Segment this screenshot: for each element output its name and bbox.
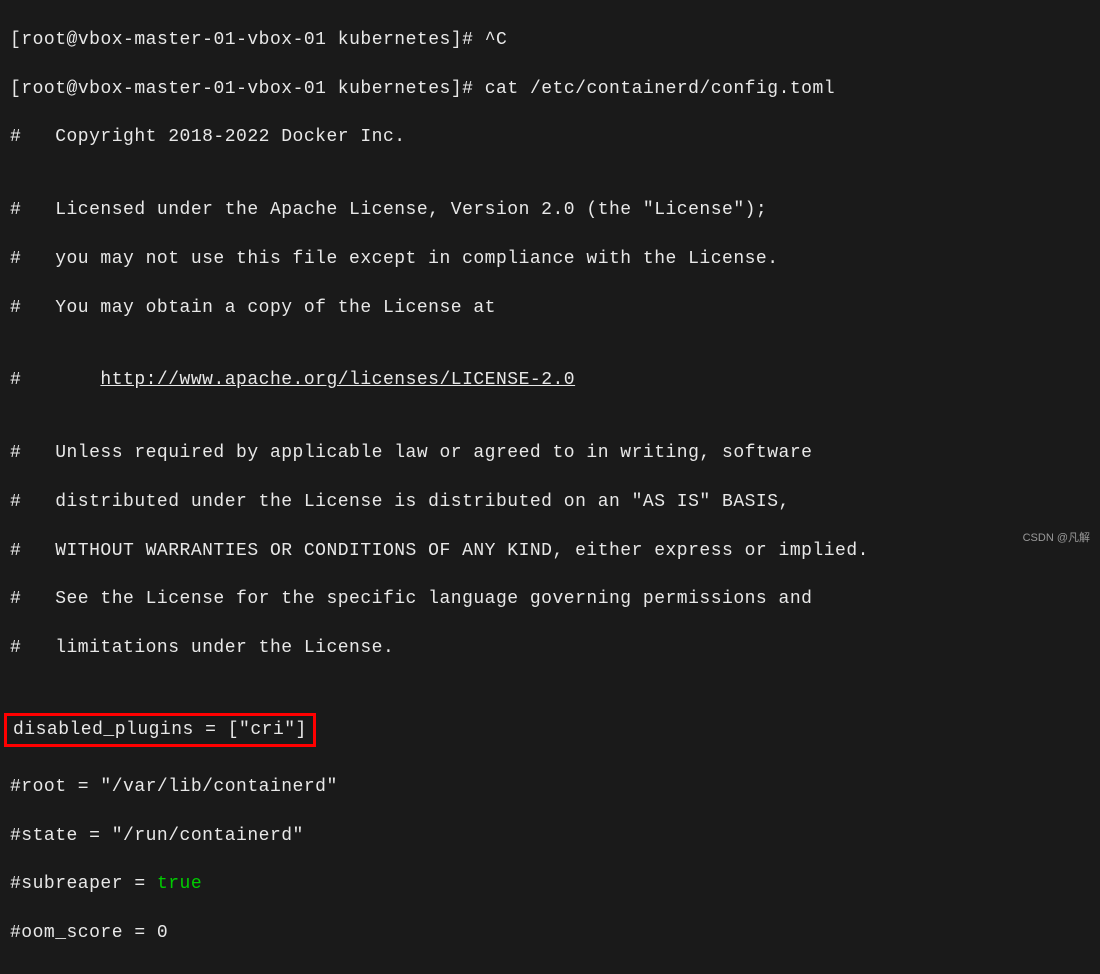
file-license-line: # Licensed under the Apache License, Ver… xyxy=(10,198,1090,222)
file-license-line: # you may not use this file except in co… xyxy=(10,247,1090,271)
file-subreaper-line: #subreaper = true xyxy=(10,872,1090,896)
file-license-line: # You may obtain a copy of the License a… xyxy=(10,296,1090,320)
command-1: ^C xyxy=(485,30,508,50)
file-warranty-line: # Unless required by applicable law or a… xyxy=(10,441,1090,465)
prompt-line-2: [root@vbox-master-01-vbox-01 kubernetes]… xyxy=(10,77,1090,101)
true-keyword: true xyxy=(157,874,202,894)
disabled-plugins-line: disabled_plugins = ["cri"] xyxy=(13,718,307,742)
highlighted-config-line: disabled_plugins = ["cri"] xyxy=(4,713,316,747)
file-oom-score-line: #oom_score = 0 xyxy=(10,921,1090,945)
terminal-output[interactable]: [root@vbox-master-01-vbox-01 kubernetes]… xyxy=(0,0,1100,974)
license-url-link: http://www.apache.org/licenses/LICENSE-2… xyxy=(100,370,575,390)
file-warranty-line: # distributed under the License is distr… xyxy=(10,490,1090,514)
file-root-line: #root = "/var/lib/containerd" xyxy=(10,775,1090,799)
file-warranty-line: # limitations under the License. xyxy=(10,636,1090,660)
file-state-line: #state = "/run/containerd" xyxy=(10,824,1090,848)
file-copyright: # Copyright 2018-2022 Docker Inc. xyxy=(10,125,1090,149)
prompt-line-1: [root@vbox-master-01-vbox-01 kubernetes]… xyxy=(10,28,1090,52)
file-warranty-line: # See the License for the specific langu… xyxy=(10,587,1090,611)
watermark-text: CSDN @凡解 xyxy=(1023,531,1090,546)
command-2: cat /etc/containerd/config.toml xyxy=(485,79,835,99)
file-url-line: # http://www.apache.org/licenses/LICENSE… xyxy=(10,368,1090,392)
file-warranty-line: # WITHOUT WARRANTIES OR CONDITIONS OF AN… xyxy=(10,539,1090,563)
